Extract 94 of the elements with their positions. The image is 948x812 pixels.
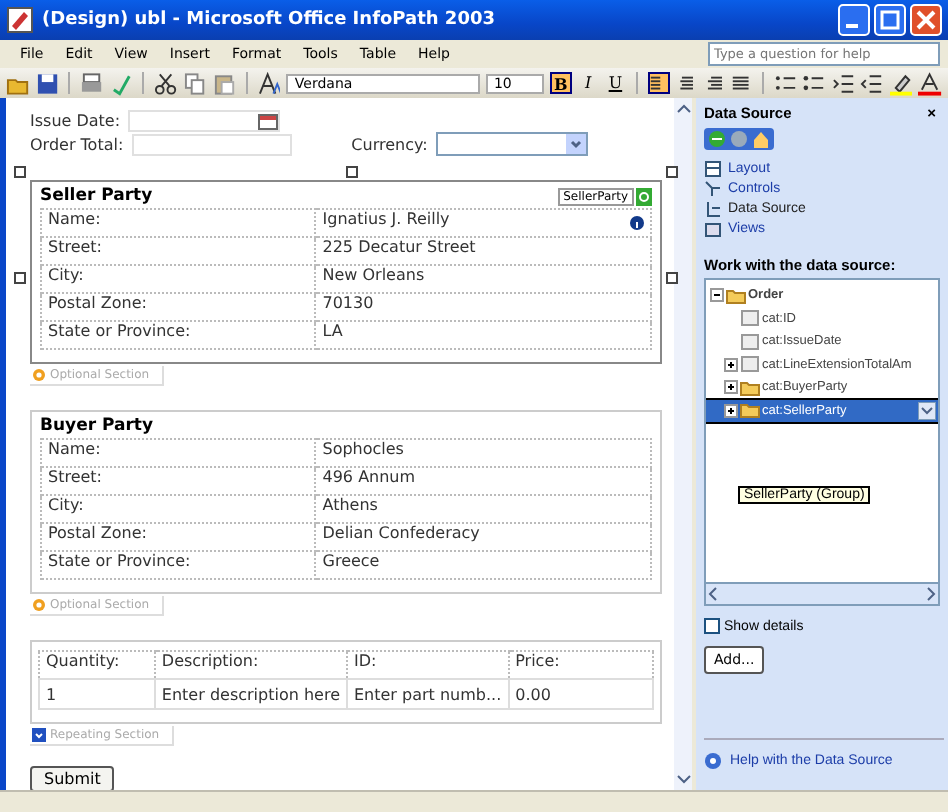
text-field[interactable]: Greece bbox=[315, 551, 651, 579]
text-field[interactable]: Sophocles bbox=[315, 439, 651, 467]
close-icon[interactable] bbox=[910, 4, 942, 36]
field-label: Postal Zone: bbox=[41, 293, 316, 321]
minimize-icon[interactable] bbox=[838, 4, 870, 36]
section-menu-icon[interactable] bbox=[636, 188, 652, 206]
field-label: Currency: bbox=[351, 135, 428, 153]
layout-icon bbox=[704, 159, 722, 177]
field-label: Name: bbox=[41, 439, 316, 467]
text-field[interactable]: New Orleans bbox=[315, 265, 651, 293]
maximize-icon[interactable] bbox=[874, 4, 906, 36]
optional-section-icon bbox=[32, 598, 46, 612]
expander-icon[interactable] bbox=[724, 357, 738, 372]
window-title: (Design) ubl - Microsoft Office InfoPath 2003 bbox=[42, 10, 497, 30]
repeating-section-icon bbox=[32, 728, 46, 742]
dropdown-arrow-icon bbox=[565, 134, 586, 154]
scroll-left-icon[interactable] bbox=[706, 586, 722, 602]
submit-button[interactable]: Submit bbox=[30, 766, 115, 792]
folder-icon bbox=[726, 285, 746, 306]
help-icon bbox=[704, 752, 722, 770]
field-label: State or Province: bbox=[41, 321, 316, 349]
align-center-icon[interactable] bbox=[675, 72, 697, 94]
section-title: Buyer Party bbox=[40, 416, 154, 438]
date-field[interactable] bbox=[128, 110, 281, 132]
scroll-down-icon[interactable] bbox=[675, 772, 691, 786]
views-icon bbox=[704, 219, 722, 237]
checkbox[interactable] bbox=[704, 618, 720, 634]
field-icon bbox=[740, 308, 760, 329]
home-icon[interactable] bbox=[752, 130, 770, 148]
text-field[interactable]: Enter part numb... bbox=[347, 679, 509, 709]
numbered-list-icon[interactable] bbox=[773, 71, 797, 95]
back-icon[interactable] bbox=[708, 130, 726, 148]
text-field[interactable]: 1 bbox=[39, 679, 155, 709]
folder-icon bbox=[740, 377, 760, 398]
align-justify-icon[interactable] bbox=[730, 72, 752, 94]
bullet-list-icon[interactable] bbox=[802, 71, 826, 95]
spelling-check-icon[interactable] bbox=[109, 71, 133, 95]
text-field[interactable]: Ignatius J. Reilly bbox=[315, 209, 651, 237]
field-label: Street: bbox=[41, 467, 316, 495]
font-style-icon[interactable] bbox=[257, 71, 281, 95]
field-label: Postal Zone: bbox=[41, 523, 316, 551]
printer-icon[interactable] bbox=[80, 71, 104, 95]
field-label: Issue Date: bbox=[30, 112, 121, 130]
italic-button[interactable]: I bbox=[577, 72, 599, 94]
data-source-icon bbox=[704, 199, 722, 217]
align-left-icon[interactable] bbox=[648, 72, 670, 94]
field-icon bbox=[740, 331, 760, 352]
field-label: Order Total: bbox=[30, 135, 124, 153]
field-label: State or Province: bbox=[41, 551, 316, 579]
selection-handle[interactable] bbox=[346, 166, 358, 178]
scrollbar[interactable] bbox=[674, 98, 692, 790]
app-icon bbox=[6, 6, 34, 34]
cut-icon[interactable] bbox=[154, 71, 178, 95]
text-field[interactable]: Athens bbox=[315, 495, 651, 523]
expander-icon[interactable] bbox=[724, 403, 738, 418]
expander-icon[interactable] bbox=[724, 380, 738, 395]
outdent-icon[interactable] bbox=[860, 71, 884, 95]
horizontal-scrollbar[interactable] bbox=[704, 584, 940, 606]
indent-icon[interactable] bbox=[831, 71, 855, 95]
align-right-icon[interactable] bbox=[702, 72, 725, 94]
underline-button[interactable]: U bbox=[604, 72, 627, 94]
optional-section-icon bbox=[32, 368, 46, 382]
folder-icon bbox=[740, 400, 760, 421]
calendar-icon[interactable] bbox=[258, 112, 279, 132]
selection-handle[interactable] bbox=[14, 272, 26, 284]
info-icon bbox=[630, 216, 644, 230]
currency-dropdown[interactable] bbox=[435, 132, 588, 156]
save-icon[interactable] bbox=[35, 71, 59, 95]
text-field[interactable]: 0.00 bbox=[508, 679, 653, 709]
font-color-icon[interactable] bbox=[918, 71, 943, 95]
text-field[interactable]: Delian Confederacy bbox=[315, 523, 651, 551]
paste-icon[interactable] bbox=[212, 71, 236, 95]
highlight-icon[interactable] bbox=[889, 71, 913, 95]
scroll-up-icon[interactable] bbox=[675, 102, 691, 116]
text-field[interactable]: LA bbox=[315, 321, 651, 349]
dropdown-arrow-icon[interactable] bbox=[918, 401, 936, 420]
field-label: Street: bbox=[41, 237, 316, 265]
field-icon bbox=[740, 354, 760, 375]
controls-icon bbox=[704, 179, 722, 197]
selection-handle[interactable] bbox=[666, 166, 678, 178]
bold-button[interactable]: B bbox=[550, 72, 572, 94]
text-field[interactable]: 225 Decatur Street bbox=[315, 237, 651, 265]
text-field[interactable]: 496 Annum bbox=[315, 467, 651, 495]
field-label: Name: bbox=[41, 209, 316, 237]
section-title: Seller Party bbox=[40, 186, 153, 208]
scroll-right-icon[interactable] bbox=[922, 586, 938, 602]
text-field[interactable]: Enter description here bbox=[154, 679, 347, 709]
field-label: City: bbox=[41, 495, 316, 523]
field-label: City: bbox=[41, 265, 316, 293]
selection-handle[interactable] bbox=[666, 272, 678, 284]
expander-icon[interactable] bbox=[710, 288, 724, 303]
input-field[interactable] bbox=[131, 133, 292, 155]
text-field[interactable]: 70130 bbox=[315, 293, 651, 321]
selection-handle[interactable] bbox=[14, 166, 26, 178]
